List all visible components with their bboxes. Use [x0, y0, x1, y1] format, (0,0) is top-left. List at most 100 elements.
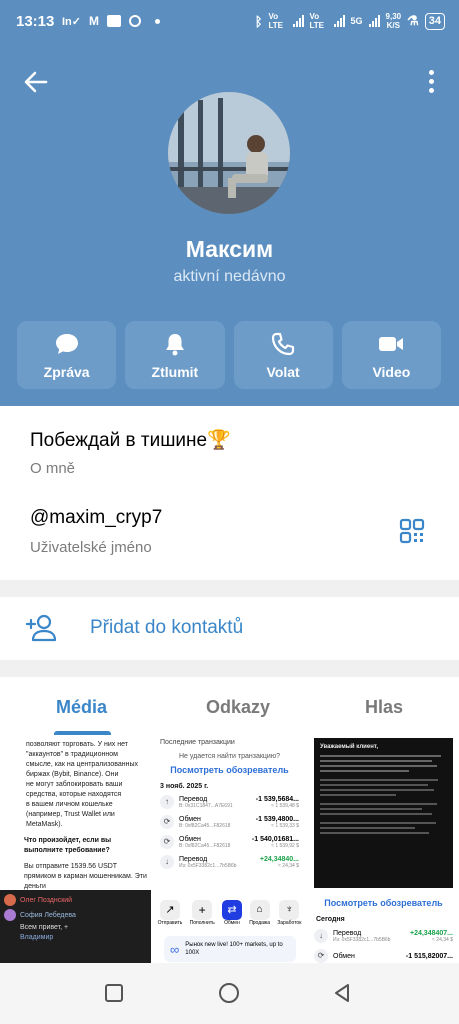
dot-icon	[155, 18, 160, 24]
triangle-back-icon	[335, 984, 349, 1002]
infinity-icon: ∞	[170, 941, 180, 957]
media-3-transactions: ↓ Перевод +24,348407... Из: 0x5F3382c1...7b…	[308, 926, 459, 963]
bio-label: O mně	[30, 460, 76, 477]
arrow-down-icon: ↓	[160, 855, 174, 869]
media-1-question: Что произойдет, если вы выполните требов…	[24, 837, 112, 854]
tab-media[interactable]: Média	[56, 697, 107, 718]
avatar[interactable]	[168, 92, 290, 214]
transaction-amount: +24,34840...	[259, 855, 299, 863]
profile-status: aktivní nedávno	[173, 268, 286, 285]
message-button[interactable]: Zpráva	[17, 321, 117, 389]
transaction-amount: -1 539,5684...	[255, 795, 299, 803]
signal-3-icon	[368, 15, 380, 27]
swap-icon: ⇄	[221, 900, 242, 920]
back-button[interactable]	[20, 66, 52, 98]
app-notification-icon: In✓	[62, 15, 81, 28]
transaction-address: В: 0xf82Ca45...F82618	[179, 822, 231, 829]
media-thumbnail-3[interactable]: Уважаемый клиент, Посмотреть обозревател…	[308, 738, 459, 963]
transaction-usd: ≈ 24,34 $	[278, 862, 299, 869]
media-2-buttons: ↗ Отправить + Пополнить ⇄ Обмен ⌂ Продажа ♆ З…	[154, 896, 305, 930]
add-contact-label: Přidat do kontaktů	[90, 617, 244, 638]
media-thumbnail-2[interactable]: Последние транзакции Не удается найти тр…	[154, 738, 305, 963]
mute-button[interactable]: Ztlumit	[125, 321, 225, 389]
transaction-address: В: 0x31C1847...A7E691	[179, 802, 233, 809]
signal-2-icon	[333, 15, 345, 27]
section-divider	[0, 580, 459, 597]
media-grid: позволяют торговать. У них нет "аккаунто…	[0, 738, 459, 963]
dot	[428, 70, 434, 75]
transaction-type: Обмен	[179, 835, 201, 843]
transaction-row: ↓ Перевод +24,34840... Из: 0x5F3382c1...7b5…	[154, 852, 305, 872]
chrome-icon	[129, 15, 141, 27]
transaction-row: ↓ Перевод +24,348407... Из: 0x5F3382c1...7b…	[308, 926, 459, 946]
notification-icons: In✓ M	[62, 14, 160, 28]
transaction-amount: +24,348407...	[409, 929, 453, 937]
status-time: 13:13	[16, 13, 55, 30]
media-1-chat-preview: Олег Позднский София Лебедева Всем приве…	[0, 890, 151, 963]
message-button-label: Zpráva	[43, 363, 90, 380]
transaction-amount: -1 515,82007...	[405, 952, 453, 960]
earn-icon: ♆	[279, 900, 300, 920]
transaction-amount: -1 539,4800...	[255, 815, 299, 823]
recent-apps-button[interactable]	[104, 983, 124, 1008]
bio-text[interactable]: Побеждай в тишине🏆	[30, 428, 231, 452]
qr-code-button[interactable]	[399, 518, 425, 544]
transaction-usd: ≈ 24,34 $	[432, 936, 453, 943]
bank-icon: ⌂	[249, 900, 270, 920]
active-tab-indicator	[54, 731, 111, 735]
add-user-icon	[26, 614, 57, 642]
tab-links[interactable]: Odkazy	[206, 697, 270, 718]
media-3-text-lines	[320, 755, 447, 834]
speed-readout: 9,30 K/S	[385, 12, 402, 30]
transaction-usd: ≈ 1 539,33 $	[271, 822, 299, 829]
tab-voice[interactable]: Hlas	[365, 697, 403, 718]
transaction-row: ⟳ Обмен -1 515,82007...	[308, 946, 459, 963]
home-button[interactable]	[218, 982, 240, 1009]
media-2-promo: ∞ Рынок new live! 100+ markets, up to 10…	[164, 936, 296, 962]
shared-media-tabs: Média Odkazy Hlas	[0, 677, 459, 737]
video-button[interactable]: Video	[341, 321, 441, 389]
phone-icon	[272, 332, 295, 355]
transaction-amount: -1 540,01681...	[251, 835, 299, 843]
network-1-label: Vo LTE	[268, 12, 284, 30]
more-options-button[interactable]	[423, 68, 439, 96]
status-bar: 13:13 In✓ M ᛒ Vo LTE Vo LTE 5G 9,30 K/S …	[0, 0, 459, 44]
transaction-type: Обмен	[333, 952, 355, 960]
profile-actions: Zpráva Ztlumit Volat Video	[17, 321, 441, 389]
flask-icon: ⚗	[407, 13, 419, 28]
transaction-usd: ≈ 1 539,92 $	[271, 842, 299, 849]
media-3-dark-text: Уважаемый клиент,	[314, 738, 453, 888]
video-button-label: Video	[372, 363, 411, 380]
transaction-row: ⟳ Обмен -1 539,4800... В: 0xf82Ca45...F8261…	[154, 812, 305, 832]
arrow-left-icon	[24, 71, 48, 93]
transaction-address: Из: 0x5F3382c1...7b5B6b	[179, 862, 237, 869]
arrow-down-icon: ↓	[314, 929, 328, 943]
plus-icon: +	[192, 900, 213, 920]
swap-icon: ⟳	[160, 835, 174, 849]
bell-icon	[165, 333, 184, 355]
avatar-photo	[168, 92, 290, 214]
call-button[interactable]: Volat	[233, 321, 333, 389]
arrow-up-icon: ↑	[160, 795, 174, 809]
media-thumbnail-1[interactable]: позволяют торговать. У них нет "аккаунто…	[0, 738, 151, 963]
add-contact-button[interactable]: Přidat do kontaktů	[0, 597, 459, 660]
transaction-address: В: 0xf82Ca45...F82618	[179, 842, 231, 849]
avatar	[4, 894, 16, 906]
swap-icon: ⟳	[160, 815, 174, 829]
section-divider	[0, 660, 459, 677]
transaction-type: Перевод	[179, 795, 208, 803]
bluetooth-icon: ᛒ	[254, 13, 263, 29]
transaction-type: Перевод	[333, 929, 362, 937]
transaction-usd: ≈ 1 539,48 $	[271, 802, 299, 809]
transaction-type: Обмен	[179, 815, 201, 823]
video-camera-icon	[379, 336, 404, 351]
profile-name: Максим	[185, 236, 274, 262]
swap-icon: ⟳	[314, 949, 328, 963]
gallery-icon	[107, 15, 121, 27]
username-value[interactable]: @maxim_cryp7	[30, 507, 162, 529]
avatar	[4, 909, 16, 921]
media-1-after: Вы отправите 1539.56 USDT прямиком в кар…	[24, 863, 147, 890]
gmail-icon: M	[89, 14, 99, 28]
back-nav-button[interactable]	[332, 983, 352, 1008]
mute-button-label: Ztlumit	[151, 363, 199, 380]
